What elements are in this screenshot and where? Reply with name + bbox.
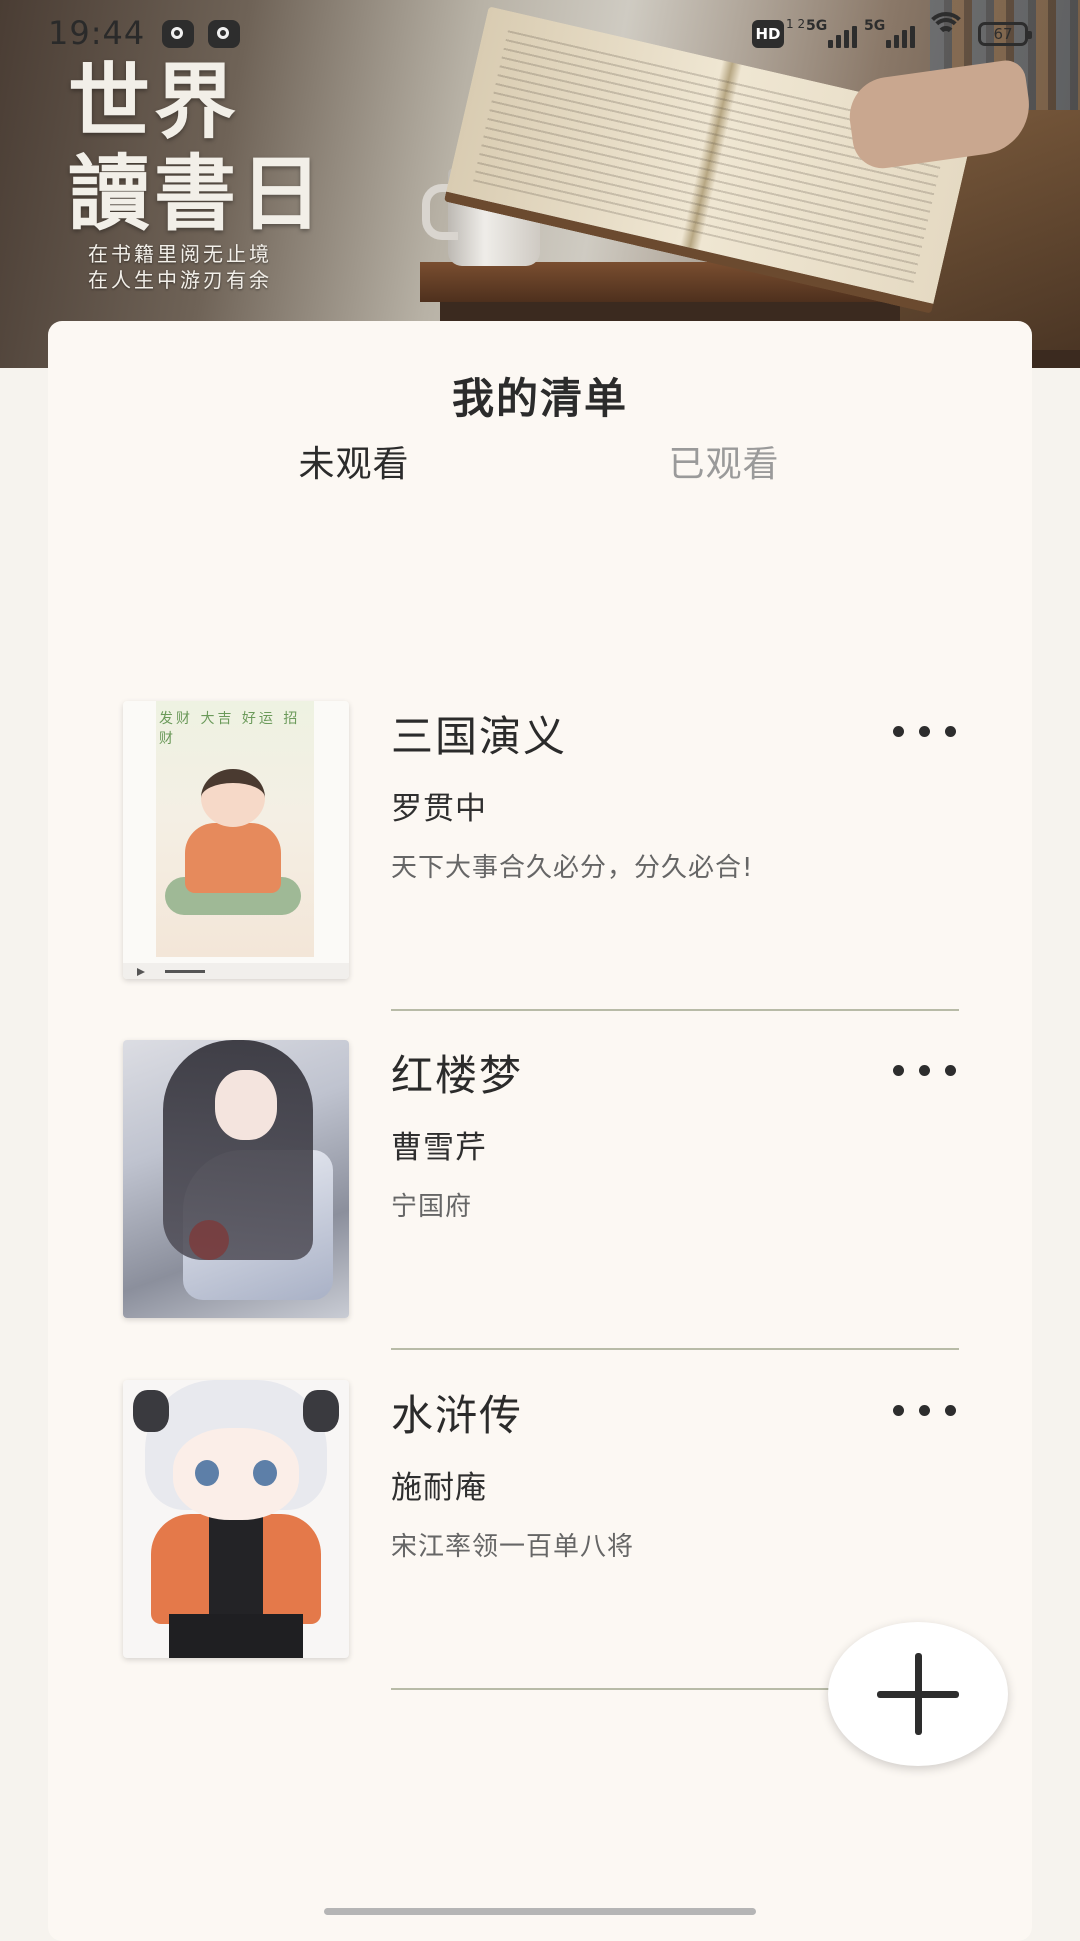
divider xyxy=(391,1348,959,1350)
add-button[interactable] xyxy=(828,1622,1008,1766)
divider xyxy=(391,1009,959,1011)
cover-figure-face xyxy=(173,1428,299,1520)
banner-slogan: 在书籍里阅无止境 在人生中游刃有余 xyxy=(88,241,272,293)
book-description: 宁国府 xyxy=(391,1192,473,1222)
list-item[interactable]: 红楼梦 曹雪芹 宁国府 xyxy=(123,1040,983,1350)
status-bar: 19:44 HD 1 2 5G 5G 67 xyxy=(0,0,1080,68)
signal-icon-2: 5G xyxy=(864,18,922,48)
notification-app-icon xyxy=(162,20,194,48)
list-item[interactable]: 水浒传 施耐庵 宋江率领一百单八将 xyxy=(123,1380,983,1690)
signal-1-label: 5G xyxy=(806,18,828,34)
cover-figure-ear-right xyxy=(303,1390,339,1432)
signal-2-label: 5G xyxy=(864,18,886,34)
wifi-icon xyxy=(925,12,967,48)
cover-figure-face xyxy=(215,1070,277,1140)
cover-text: 发财 大吉 好运 招财 xyxy=(159,711,301,747)
book-cover: 发财 大吉 好运 招财 xyxy=(123,701,349,979)
book-title: 水浒传 xyxy=(391,1391,524,1440)
hd-sim-label: 1 2 xyxy=(786,17,806,31)
banner-title-line2: 讀書日 xyxy=(68,146,327,242)
more-horizontal-icon[interactable] xyxy=(887,719,963,745)
notification-app-icon-2 xyxy=(208,20,240,48)
signal-icon: 5G xyxy=(806,18,864,48)
book-description: 天下大事合久必分，分久必合! xyxy=(391,853,754,883)
book-author: 罗贯中 xyxy=(391,791,487,827)
battery-icon: 67 xyxy=(978,22,1032,46)
book-description: 宋江率领一百单八将 xyxy=(391,1532,635,1562)
cover-figure-body xyxy=(185,823,281,893)
cover-figure-ear-left xyxy=(133,1390,169,1432)
book-title: 红楼梦 xyxy=(391,1051,524,1100)
slogan-line1: 在书籍里阅无止境 xyxy=(88,242,272,266)
slogan-line2: 在人生中游刃有余 xyxy=(88,268,272,292)
book-cover xyxy=(123,1040,349,1318)
hd-icon: HD xyxy=(752,20,784,48)
book-author: 曹雪芹 xyxy=(391,1130,487,1166)
tab-watched[interactable]: 已观看 xyxy=(624,435,824,487)
cover-accent xyxy=(189,1220,229,1260)
book-author: 施耐庵 xyxy=(391,1470,487,1506)
cover-figure-pants xyxy=(169,1614,303,1658)
book-cover xyxy=(123,1380,349,1658)
home-indicator[interactable] xyxy=(324,1908,756,1915)
list-item[interactable]: 发财 大吉 好运 招财 三国演义 罗贯中 天下大事合久必分，分久必合! xyxy=(123,701,983,1011)
status-time: 19:44 xyxy=(48,14,146,52)
cover-figure-shirt xyxy=(209,1514,263,1624)
tab-unwatched[interactable]: 未观看 xyxy=(254,435,454,487)
cover-figure-eye-right xyxy=(253,1460,277,1486)
more-horizontal-icon[interactable] xyxy=(887,1058,963,1084)
banner-title-line1: 世界 xyxy=(68,54,241,150)
banner-title-art: 世界 讀書日 xyxy=(68,56,388,240)
video-controls xyxy=(123,963,349,979)
page-title: 我的清单 xyxy=(451,374,628,423)
more-horizontal-icon[interactable] xyxy=(887,1398,963,1424)
cover-figure-head xyxy=(201,769,265,827)
cover-figure-eye-left xyxy=(195,1460,219,1486)
book-title: 三国演义 xyxy=(391,712,568,761)
